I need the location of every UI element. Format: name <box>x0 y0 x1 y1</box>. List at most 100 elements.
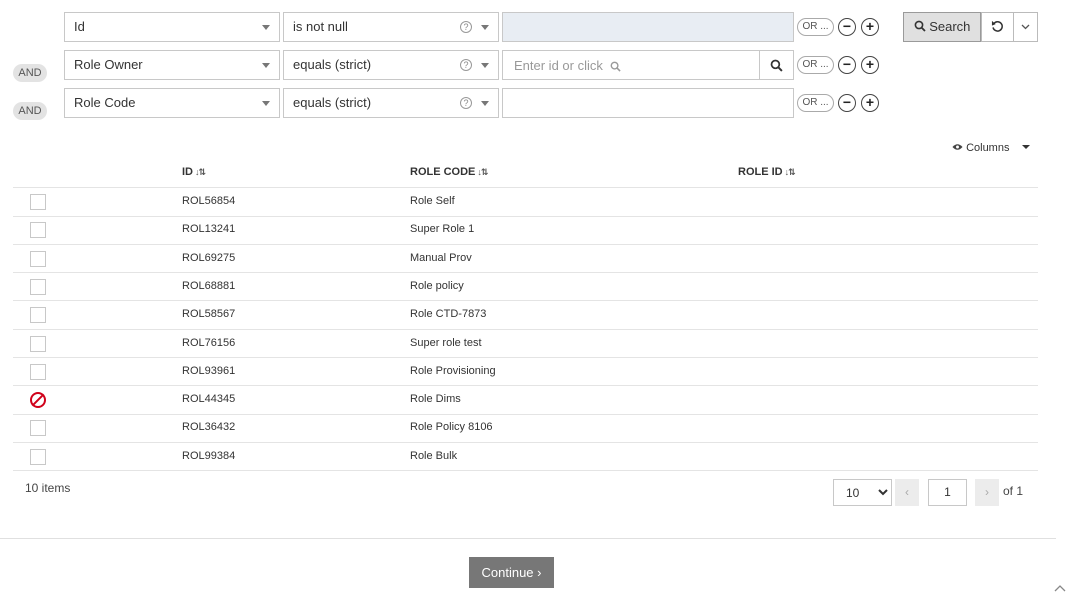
filter-value-input[interactable] <box>503 89 793 117</box>
cell-role-code: Super Role 1 <box>410 223 475 236</box>
caret-down-icon <box>262 63 270 68</box>
column-header-id[interactable]: ID ↓⇅ <box>182 166 206 178</box>
filter-value-input-wrap <box>502 50 760 80</box>
sort-icon: ↓⇅ <box>195 167 206 177</box>
caret-down-icon <box>1021 145 1030 149</box>
header-divider <box>13 187 1038 188</box>
row-checkbox[interactable] <box>30 307 46 324</box>
row-divider <box>13 272 1038 274</box>
or-button[interactable]: OR ... <box>797 94 834 112</box>
search-icon <box>914 20 926 32</box>
cell-id: ROL36432 <box>182 421 236 434</box>
next-page-button[interactable]: › <box>975 479 999 506</box>
or-button[interactable]: OR ... <box>797 56 834 74</box>
columns-label: Columns <box>966 142 1010 154</box>
cell-id: ROL44345 <box>182 393 236 406</box>
row-divider <box>13 215 1038 217</box>
caret-down-icon <box>481 101 489 106</box>
remove-condition-button[interactable]: − <box>838 56 856 74</box>
add-condition-button[interactable]: + <box>861 56 879 74</box>
lookup-button[interactable] <box>759 50 794 80</box>
help-icon[interactable]: ? <box>460 97 472 109</box>
add-condition-button[interactable]: + <box>861 18 879 36</box>
sort-icon: ↓⇅ <box>477 167 488 177</box>
filter-field-select[interactable]: Role Owner <box>64 50 280 80</box>
row-checkbox[interactable] <box>30 194 46 210</box>
scroll-up-icon[interactable] <box>1054 580 1066 592</box>
reset-button[interactable] <box>981 12 1014 42</box>
cell-role-code: Role policy <box>410 279 464 292</box>
continue-button[interactable]: Continue › <box>469 557 554 588</box>
search-icon <box>610 61 621 72</box>
cell-id: ROL69275 <box>182 251 236 264</box>
blocked-icon <box>30 392 46 409</box>
cell-id: ROL56854 <box>182 195 236 207</box>
cell-role-code: Role Dims <box>410 393 461 406</box>
cell-id: ROL58567 <box>182 308 236 321</box>
eye-icon <box>952 144 963 150</box>
row-checkbox[interactable] <box>30 363 46 380</box>
prev-page-button[interactable]: ‹ <box>895 479 919 506</box>
help-icon[interactable]: ? <box>460 21 472 33</box>
row-divider <box>13 470 1038 472</box>
filter-value-input-wrap <box>502 88 794 118</box>
help-icon[interactable]: ? <box>460 59 472 71</box>
cell-role-code: Role Self <box>410 195 455 207</box>
filter-operator-select[interactable]: equals (strict)? <box>283 50 499 80</box>
caret-down-icon <box>481 25 489 30</box>
row-checkbox[interactable] <box>30 278 46 295</box>
column-header-role-id[interactable]: ROLE ID ↓⇅ <box>738 166 796 178</box>
row-divider <box>13 243 1038 245</box>
page-total: of 1 <box>1003 484 1024 498</box>
join-badge[interactable]: AND <box>13 64 47 82</box>
footer-divider <box>0 538 1056 539</box>
column-header-role-code[interactable]: ROLE CODE ↓⇅ <box>410 166 488 178</box>
cell-role-code: Manual Prov <box>410 251 472 264</box>
row-divider <box>13 413 1038 415</box>
cell-id: ROL68881 <box>182 279 236 292</box>
cell-id: ROL13241 <box>182 223 236 236</box>
cell-id: ROL99384 <box>182 449 236 462</box>
remove-condition-button[interactable]: − <box>838 18 856 36</box>
search-icon <box>770 59 783 72</box>
row-checkbox[interactable] <box>30 250 46 267</box>
items-count: 10 items <box>25 481 71 495</box>
search-button[interactable]: Search <box>903 12 981 42</box>
filter-value-input[interactable] <box>503 13 793 41</box>
caret-down-icon <box>481 63 489 68</box>
cell-role-code: Role Provisioning <box>410 364 496 377</box>
page-size-select[interactable]: 10 <box>833 479 892 506</box>
add-condition-button[interactable]: + <box>861 94 879 112</box>
cell-role-code: Super role test <box>410 336 482 349</box>
columns-toggle[interactable]: Columns <box>952 142 1030 154</box>
row-divider <box>13 300 1038 302</box>
filter-value-input-wrap <box>502 12 794 42</box>
row-checkbox[interactable] <box>30 222 46 239</box>
join-badge[interactable]: AND <box>13 102 47 120</box>
filter-operator-select[interactable]: equals (strict)? <box>283 88 499 118</box>
or-button[interactable]: OR ... <box>797 18 834 36</box>
sort-icon: ↓⇅ <box>784 167 796 177</box>
cell-role-code: Role CTD-7873 <box>410 308 487 321</box>
filter-operator-select[interactable]: is not null? <box>283 12 499 42</box>
remove-condition-button[interactable]: − <box>838 94 856 112</box>
row-divider <box>13 385 1038 387</box>
cell-id: ROL93961 <box>182 364 236 377</box>
cell-role-code: Role Bulk <box>410 449 458 462</box>
cell-id: ROL76156 <box>182 336 236 349</box>
page-number-input[interactable]: 1 <box>928 479 967 506</box>
row-checkbox[interactable] <box>30 420 46 437</box>
search-options-dropdown[interactable] <box>1013 12 1038 42</box>
row-checkbox[interactable] <box>30 448 46 465</box>
chevron-down-icon <box>1021 24 1030 30</box>
search-button-label: Search <box>929 19 971 34</box>
row-divider <box>13 441 1038 443</box>
caret-down-icon <box>262 101 270 106</box>
filter-value-input[interactable] <box>503 51 759 79</box>
reset-icon <box>991 20 1003 32</box>
filter-field-select[interactable]: Id <box>64 12 280 42</box>
caret-down-icon <box>262 25 270 30</box>
filter-field-select[interactable]: Role Code <box>64 88 280 118</box>
cell-role-code: Role Policy 8106 <box>410 421 493 434</box>
row-checkbox[interactable] <box>30 335 46 352</box>
